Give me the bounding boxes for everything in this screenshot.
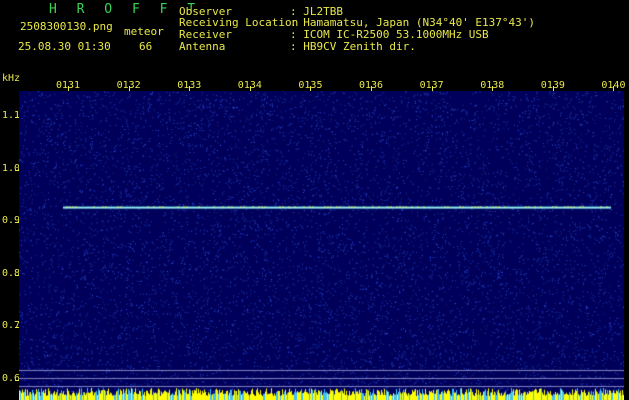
antenna-label: Antenna [179,40,226,53]
y-tick-label: 1.0 [2,162,21,174]
y-tick-label: 0.9 [2,215,21,227]
y-axis-unit: kHz [2,73,21,84]
event-category: meteor [124,25,164,38]
event-count: 66 [139,40,153,53]
y-tick-label: 0.7 [2,320,21,332]
timestamp: 25.08.30 01:30 [18,40,111,53]
spectrogram-plot[interactable] [19,91,624,400]
antenna-value: : HB9CV Zenith dir. [290,40,416,53]
y-tick-label: 0.6 [2,373,21,384]
y-tick-label: 0.8 [2,267,21,279]
file-name: 2508300130.png [20,20,113,33]
y-tick-label: 1.1 [2,110,21,122]
